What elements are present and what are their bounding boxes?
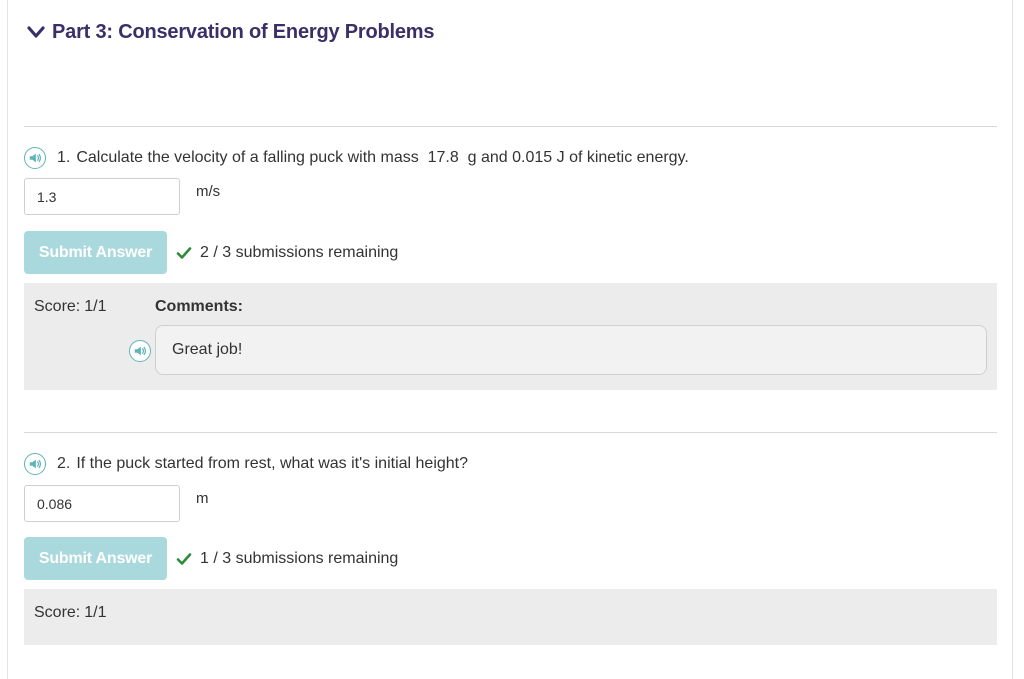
submissions-status: 1 / 3 submissions remaining xyxy=(176,549,398,569)
speaker-icon[interactable] xyxy=(129,340,151,362)
part-header[interactable]: Part 3: Conservation of Energy Problems xyxy=(26,18,435,46)
score-value: 1/1 xyxy=(84,298,107,315)
submit-answer-button[interactable]: Submit Answer xyxy=(24,231,167,274)
score-label-text: Score: xyxy=(34,604,81,621)
question-1-row: 1. Calculate the velocity of a falling p… xyxy=(24,145,689,171)
submissions-remaining: 1 / 3 submissions remaining xyxy=(200,550,399,567)
question-2-row: 2. If the puck started from rest, what w… xyxy=(24,451,468,477)
comment-bubble: Great job! xyxy=(155,325,987,375)
question-text: If the puck started from rest, what was … xyxy=(76,455,469,472)
assignment-panel: Part 3: Conservation of Energy Problems … xyxy=(7,0,1013,679)
score-box: Score: 1/1 Comments: Great job! xyxy=(24,283,997,390)
speaker-icon[interactable] xyxy=(24,453,46,475)
score-label-text: Score: xyxy=(34,298,81,315)
score-box: Score: 1/1 xyxy=(24,589,997,645)
score-label: Score: 1/1 xyxy=(34,298,107,316)
question-number: 1. xyxy=(57,149,71,166)
unit-label: m xyxy=(196,490,209,507)
divider xyxy=(24,432,997,433)
answer-input[interactable] xyxy=(24,485,180,522)
answer-input[interactable] xyxy=(24,178,180,215)
divider xyxy=(24,126,997,127)
check-icon xyxy=(176,247,192,259)
comment-text: Great job! xyxy=(172,341,243,358)
score-value: 1/1 xyxy=(84,604,107,621)
question-number: 2. xyxy=(57,455,71,472)
check-icon xyxy=(176,553,192,565)
submissions-remaining: 2 / 3 submissions remaining xyxy=(200,244,399,261)
chevron-down-icon xyxy=(27,26,45,38)
comments-label: Comments: xyxy=(155,298,244,315)
speaker-icon[interactable] xyxy=(24,147,46,169)
unit-label: m/s xyxy=(196,183,221,200)
submit-answer-button[interactable]: Submit Answer xyxy=(24,537,167,580)
submissions-status: 2 / 3 submissions remaining xyxy=(176,243,398,263)
question-text: Calculate the velocity of a falling puck… xyxy=(76,149,689,166)
score-label: Score: 1/1 xyxy=(34,604,107,622)
part-title: Part 3: Conservation of Energy Problems xyxy=(52,20,435,43)
